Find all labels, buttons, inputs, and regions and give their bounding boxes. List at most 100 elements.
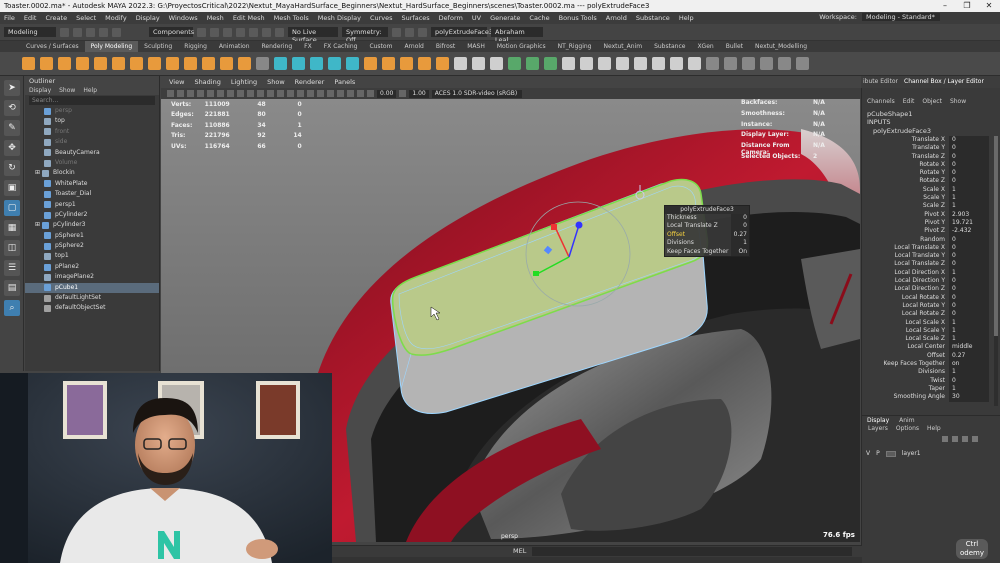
- channel-value-field[interactable]: 1: [949, 335, 989, 344]
- safe-action-icon[interactable]: [247, 90, 254, 97]
- channel-label[interactable]: Local Rotate Y: [861, 302, 949, 310]
- in-view-editor-row[interactable]: Local Translate Z 0: [665, 222, 749, 231]
- object-name-field[interactable]: polyExtrudeFace3: [431, 27, 493, 37]
- snap-point-icon[interactable]: [262, 27, 271, 37]
- viewport-menu-show[interactable]: Show: [267, 78, 285, 86]
- select-object-icon[interactable]: [210, 27, 219, 37]
- outliner-item[interactable]: Volume: [25, 158, 159, 168]
- channel-value-field[interactable]: 30: [949, 393, 989, 402]
- outliner-menu-display[interactable]: Display: [29, 86, 51, 95]
- scale-tool[interactable]: ▣: [4, 180, 20, 196]
- layout-four-tool[interactable]: ▦: [4, 220, 20, 236]
- outliner-item[interactable]: pCube1: [25, 282, 159, 294]
- poly-sphere-icon[interactable]: [22, 57, 35, 70]
- channel-value-field[interactable]: 0: [949, 277, 989, 286]
- smooth-shade-icon[interactable]: [277, 90, 284, 97]
- ao-icon[interactable]: [327, 90, 334, 97]
- outliner-item[interactable]: defaultObjectSet: [25, 303, 159, 313]
- field-chart-icon[interactable]: [237, 90, 244, 97]
- shelf-tab-nextut-modelling[interactable]: Nextut_Modelling: [749, 41, 813, 52]
- poly-cylinder-icon[interactable]: [58, 57, 71, 70]
- poly-disc-icon[interactable]: [130, 57, 143, 70]
- outliner-item[interactable]: pPlane2: [25, 262, 159, 272]
- bridge-icon[interactable]: [382, 57, 395, 70]
- film-gate-icon[interactable]: [207, 90, 214, 97]
- channel-value-field[interactable]: 0: [949, 285, 989, 294]
- outliner-item[interactable]: WhitePlate: [25, 179, 159, 189]
- channel-value-field[interactable]: 0: [949, 144, 989, 153]
- channel-row[interactable]: Rotate Z0: [861, 177, 1000, 186]
- menu-substance[interactable]: Substance: [636, 14, 670, 22]
- channel-value-field[interactable]: 1: [949, 368, 989, 377]
- layout-single-tool[interactable]: ▢: [4, 200, 20, 216]
- channel-value-field[interactable]: 1: [949, 194, 989, 203]
- aa-icon[interactable]: [337, 90, 344, 97]
- multi-cut-icon[interactable]: [454, 57, 467, 70]
- channel-row[interactable]: Offset 0.27: [861, 351, 1000, 361]
- channel-row[interactable]: Local Direction X1: [861, 268, 1000, 278]
- shelf-tab-nextut-anim[interactable]: Nextut_Anim: [598, 41, 649, 52]
- layout-two-tool[interactable]: ◫: [4, 240, 20, 256]
- outliner-toggle-tool[interactable]: ▤: [4, 280, 20, 296]
- in-view-editor-row[interactable]: Divisions 1: [665, 239, 749, 248]
- lights-icon[interactable]: [307, 90, 314, 97]
- user-account[interactable]: Abraham Leal: [491, 27, 543, 44]
- mirror-icon[interactable]: [346, 57, 359, 70]
- outliner-item[interactable]: imagePlane2: [25, 272, 159, 282]
- poly-pipe-icon[interactable]: [202, 57, 215, 70]
- shelf-tab-sculpting[interactable]: Sculpting: [138, 41, 178, 52]
- menu-file[interactable]: File: [4, 14, 15, 22]
- channel-value-field[interactable]: 1: [949, 185, 989, 195]
- channel-row[interactable]: Taper 1: [861, 384, 1000, 394]
- grid-icon[interactable]: [197, 90, 204, 97]
- expand-icon[interactable]: ⊞: [35, 168, 40, 178]
- lra-icon[interactable]: [742, 57, 755, 70]
- channel-row[interactable]: Local Rotate Z0: [861, 310, 1000, 319]
- channel-label[interactable]: Local Rotate X: [861, 294, 949, 302]
- viewport-menu-lighting[interactable]: Lighting: [231, 78, 257, 86]
- menu-cache[interactable]: Cache: [529, 14, 549, 22]
- expand-icon[interactable]: ⊞: [35, 220, 40, 230]
- selection-mode-dropdown[interactable]: Components: [149, 27, 194, 37]
- target-weld-icon[interactable]: [490, 57, 503, 70]
- outliner-item[interactable]: top: [25, 116, 159, 126]
- viewport-menu-shading[interactable]: Shading: [194, 78, 220, 86]
- channel-row[interactable]: Local Translate Y0: [861, 252, 1000, 261]
- live-surface-field[interactable]: No Live Surface: [288, 27, 338, 44]
- ive-attr-value[interactable]: On: [731, 247, 749, 256]
- channel-value-field[interactable]: -2.432: [949, 227, 989, 236]
- channel-row[interactable]: Random 0: [861, 235, 1000, 244]
- search-tool[interactable]: ⌕: [4, 300, 20, 316]
- combine-icon[interactable]: [274, 57, 287, 70]
- shelf-tab-bullet[interactable]: Bullet: [720, 41, 749, 52]
- menu-create[interactable]: Create: [45, 14, 67, 22]
- retopo-icon[interactable]: [580, 57, 593, 70]
- outliner-item[interactable]: ⊞ Blockin: [25, 168, 159, 178]
- input-node-name[interactable]: polyExtrudeFace3: [867, 127, 931, 135]
- layer-color-swatch[interactable]: [885, 450, 896, 457]
- safe-title-icon[interactable]: [257, 90, 264, 97]
- in-view-editor-row[interactable]: Offset 0.27: [665, 230, 749, 240]
- shelf-tab-fx-caching[interactable]: FX Caching: [318, 41, 364, 52]
- channel-value-field[interactable]: 0: [949, 252, 989, 261]
- manipulator-z-handle[interactable]: [575, 221, 583, 229]
- channel-row[interactable]: Divisions 1: [861, 368, 1000, 377]
- channel-row[interactable]: Translate Y0: [861, 144, 1000, 153]
- channel-label[interactable]: Rotate Y: [861, 169, 949, 177]
- wireframe-icon[interactable]: [778, 57, 791, 70]
- script-icon-2[interactable]: [760, 57, 773, 70]
- channel-row[interactable]: Local Translate X0: [861, 243, 1000, 253]
- channel-row[interactable]: Rotate Y0: [861, 169, 1000, 178]
- viewport-menu-renderer[interactable]: Renderer: [295, 78, 325, 86]
- menu-mesh[interactable]: Mesh: [207, 14, 224, 22]
- outliner-item[interactable]: persp: [25, 106, 159, 116]
- layer-playback-toggle[interactable]: P: [876, 450, 880, 457]
- menu-set-dropdown[interactable]: Modeling: [4, 27, 56, 37]
- ive-attr-value[interactable]: 0: [731, 214, 749, 223]
- outliner-menu-help[interactable]: Help: [83, 86, 97, 95]
- ive-attr-value[interactable]: 0.27: [731, 230, 749, 240]
- bookmark-icon[interactable]: [177, 90, 184, 97]
- walk-icon[interactable]: [796, 57, 809, 70]
- cb-menu-show[interactable]: Show: [950, 97, 966, 107]
- shadows-icon[interactable]: [317, 90, 324, 97]
